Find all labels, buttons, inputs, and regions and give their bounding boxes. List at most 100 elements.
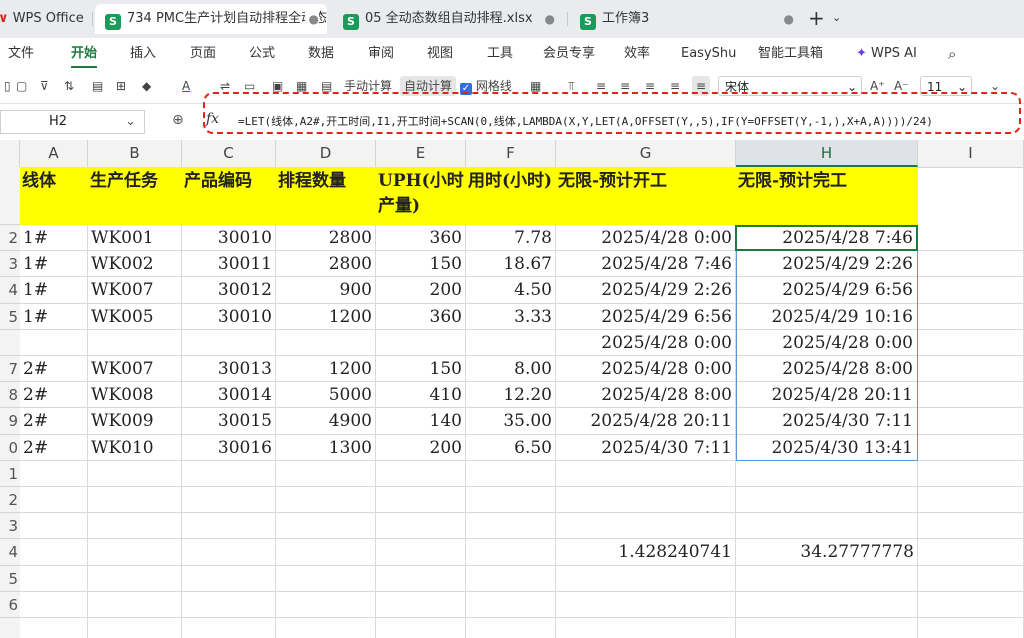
cell-f[interactable]: 8.00: [466, 356, 556, 382]
column-header-e[interactable]: E: [376, 140, 466, 167]
menu-tools[interactable]: 工具: [487, 38, 513, 70]
header-cell-d[interactable]: 排程数量: [276, 167, 376, 225]
menu-view[interactable]: 视图: [427, 38, 453, 70]
cell-c[interactable]: 30010: [182, 225, 276, 251]
search-icon[interactable]: ⌕: [948, 38, 956, 70]
menu-file[interactable]: 文件: [8, 38, 34, 70]
header-cell-e[interactable]: UPH(小时产量): [376, 167, 466, 225]
cell-e[interactable]: [376, 330, 466, 356]
cell-c[interactable]: 30012: [182, 277, 276, 303]
row-header[interactable]: 7: [0, 356, 20, 383]
font-color-icon[interactable]: A: [182, 76, 190, 96]
cell-a[interactable]: [20, 330, 88, 356]
column-header-b[interactable]: B: [88, 140, 182, 167]
cell-b[interactable]: WK005: [88, 304, 182, 330]
row-header[interactable]: 5: [0, 566, 20, 592]
menu-insert[interactable]: 插入: [130, 38, 156, 70]
tab-dynamic-array-workbook[interactable]: S 05 全动态数组自动排程.xlsx ●: [333, 4, 563, 34]
column-header-d[interactable]: D: [276, 140, 376, 167]
cell-g[interactable]: 2025/4/28 0:00: [556, 330, 736, 356]
cell-c[interactable]: 30011: [182, 251, 276, 277]
cell-e[interactable]: 140: [376, 408, 466, 434]
cell-b[interactable]: WK007: [88, 277, 182, 303]
cell-d[interactable]: [276, 330, 376, 356]
total-cell-g[interactable]: 1.428240741: [556, 539, 736, 565]
header-cell-b[interactable]: 生产任务: [88, 167, 182, 225]
cell-g[interactable]: 2025/4/28 8:00: [556, 382, 736, 408]
cell-d[interactable]: 1300: [276, 435, 376, 461]
cell-f[interactable]: 7.78: [466, 225, 556, 251]
paste-special-icon[interactable]: ▢: [16, 76, 27, 96]
menu-data[interactable]: 数据: [308, 38, 334, 70]
cell-b[interactable]: WK008: [88, 382, 182, 408]
cell-b[interactable]: WK002: [88, 251, 182, 277]
border-icon[interactable]: ⊞: [116, 76, 126, 96]
menu-efficiency[interactable]: 效率: [624, 38, 650, 70]
row-header[interactable]: 0: [0, 435, 20, 461]
cell-h[interactable]: 2025/4/28 8:00: [736, 356, 918, 383]
clear-icon[interactable]: ▯: [4, 76, 11, 96]
cell-h[interactable]: 2025/4/29 2:26: [736, 251, 918, 278]
cell-b[interactable]: WK001: [88, 225, 182, 251]
cell-g[interactable]: 2025/4/30 7:11: [556, 435, 736, 461]
column-header-g[interactable]: G: [556, 140, 736, 167]
tab-wps-office[interactable]: ∨ WPS Office: [0, 4, 90, 34]
row-header[interactable]: 3: [0, 513, 20, 540]
cell-e[interactable]: 200: [376, 435, 466, 461]
row-header[interactable]: 8: [0, 382, 20, 409]
cell-f[interactable]: 3.33: [466, 304, 556, 330]
filter-icon[interactable]: ⊽: [40, 76, 49, 96]
cell-d[interactable]: 1200: [276, 356, 376, 382]
cell-f[interactable]: 18.67: [466, 251, 556, 277]
cell-c[interactable]: 30013: [182, 356, 276, 382]
menu-home[interactable]: 开始: [71, 38, 98, 70]
tab-workbook3[interactable]: S 工作簿3 ●: [570, 4, 802, 34]
select-all-corner[interactable]: [0, 140, 20, 167]
row-header[interactable]: 6: [0, 592, 20, 618]
cell-d[interactable]: 2800: [276, 251, 376, 277]
cell-b[interactable]: WK007: [88, 356, 182, 382]
cell-g[interactable]: 2025/4/28 7:46: [556, 251, 736, 277]
total-cell-h[interactable]: 34.27777778: [736, 539, 918, 565]
cell-f[interactable]: 6.50: [466, 435, 556, 461]
cell-a[interactable]: 1#: [20, 277, 88, 303]
menu-review[interactable]: 审阅: [368, 38, 394, 70]
cell-d[interactable]: 900: [276, 277, 376, 303]
cell-h[interactable]: 2025/4/28 0:00: [736, 329, 918, 356]
cell-e[interactable]: 150: [376, 356, 466, 382]
menu-page[interactable]: 页面: [190, 38, 216, 70]
cell-d[interactable]: 5000: [276, 382, 376, 408]
menu-wps-ai[interactable]: ✦ WPS AI: [856, 38, 917, 70]
cell-e[interactable]: 360: [376, 304, 466, 330]
cell-d[interactable]: 2800: [276, 225, 376, 251]
cell-a[interactable]: 2#: [20, 408, 88, 434]
cell-c[interactable]: 30016: [182, 435, 276, 461]
cell-f[interactable]: 12.20: [466, 382, 556, 408]
cell-e[interactable]: 360: [376, 225, 466, 251]
cell-g[interactable]: 2025/4/28 0:00: [556, 356, 736, 382]
cell-c[interactable]: 30015: [182, 408, 276, 434]
header-cell-c[interactable]: 产品编码: [182, 167, 276, 225]
cell-c[interactable]: 30010: [182, 304, 276, 330]
cell-h[interactable]: 2025/4/30 13:41: [736, 434, 918, 461]
row-header[interactable]: 9: [0, 408, 20, 435]
row-header[interactable]: 5: [0, 304, 20, 330]
fill-color-icon[interactable]: ◆: [142, 76, 151, 96]
cell-f[interactable]: [466, 330, 556, 356]
menu-easyshu[interactable]: EasyShu: [681, 38, 736, 70]
row-header[interactable]: 4: [0, 277, 20, 304]
row-header[interactable]: 3: [0, 251, 20, 278]
cell-b[interactable]: [88, 330, 182, 356]
row-header[interactable]: 1: [0, 461, 20, 487]
cell-c[interactable]: [182, 330, 276, 356]
column-header-a[interactable]: A: [20, 140, 88, 167]
cell-g[interactable]: 2025/4/28 0:00: [556, 225, 736, 251]
cell-g[interactable]: 2025/4/28 20:11: [556, 408, 736, 434]
column-header-c[interactable]: C: [182, 140, 276, 167]
row-header[interactable]: 2: [0, 487, 20, 514]
cell-a[interactable]: 2#: [20, 356, 88, 382]
unsaved-dot-icon[interactable]: ●: [304, 4, 319, 34]
cell-a[interactable]: 1#: [20, 251, 88, 277]
header-cell-g[interactable]: 无限-预计开工: [556, 167, 736, 225]
cell-h[interactable]: 2025/4/29 6:56: [736, 277, 918, 304]
